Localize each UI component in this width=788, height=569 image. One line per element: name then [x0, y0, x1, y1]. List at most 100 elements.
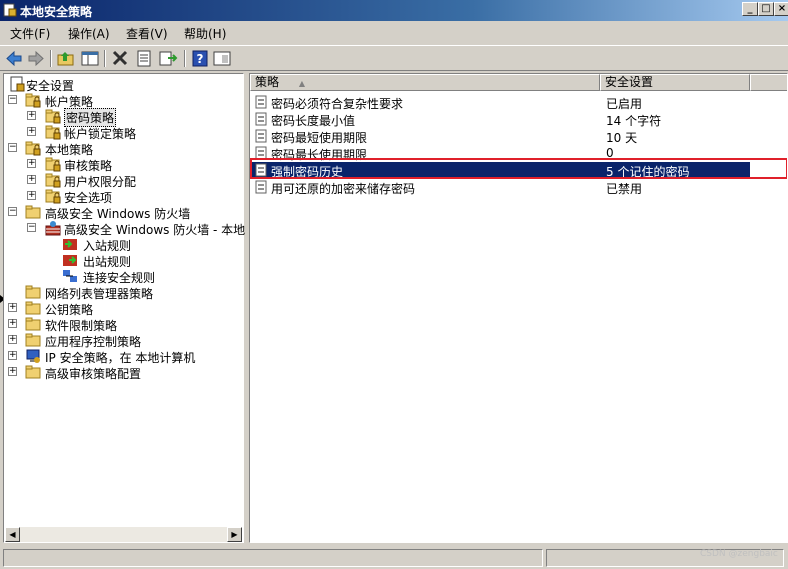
export-icon[interactable]	[158, 49, 178, 68]
folder-lock-icon	[45, 109, 61, 124]
tree-item[interactable]: + 软件限制策略	[4, 316, 242, 333]
local-security-policy-icon	[3, 3, 17, 17]
collapse-icon[interactable]: −	[8, 143, 17, 152]
folder-lock-icon	[45, 157, 61, 172]
policy-setting: 10 天	[606, 131, 638, 145]
expand-icon[interactable]: +	[27, 159, 36, 168]
folder-icon	[25, 301, 41, 315]
policy-row[interactable]: 密码最短使用期限 10 天	[250, 128, 750, 145]
back-icon[interactable]	[4, 49, 24, 68]
scroll-left-arrow[interactable]: ◀	[5, 527, 20, 542]
forward-icon[interactable]	[26, 49, 46, 68]
tree-item[interactable]: + 用户权限分配	[4, 172, 242, 189]
policy-row[interactable]: 密码必须符合复杂性要求 已启用	[250, 94, 750, 111]
red-highlight-box	[250, 158, 787, 179]
status-segment-1	[3, 549, 543, 567]
policy-icon	[255, 180, 267, 194]
svg-text:?: ?	[197, 52, 204, 66]
folder-icon	[25, 365, 41, 379]
policy-name: 密码长度最小值	[271, 114, 356, 128]
maximize-button[interactable]: □	[758, 2, 774, 16]
minimize-button[interactable]: _	[742, 2, 758, 16]
policy-icon	[255, 112, 267, 126]
tree-horizontal-scrollbar[interactable]: ◀ ▶	[5, 527, 242, 542]
tree-item[interactable]: − 本地策略	[4, 140, 242, 157]
tree-item[interactable]: + 密码策略	[4, 108, 242, 127]
tree-item[interactable]: + 帐户锁定策略	[4, 124, 242, 141]
outbound-rules-icon	[63, 255, 77, 266]
tree-item[interactable]: 网络列表管理器策略	[4, 284, 242, 301]
expand-icon[interactable]: +	[27, 127, 36, 136]
expand-icon[interactable]: +	[27, 191, 36, 200]
policy-name: 密码最短使用期限	[271, 131, 368, 145]
menu-bar: 文件(F) 操作(A) 查看(V) 帮助(H)	[0, 22, 788, 43]
security-settings-icon	[10, 76, 25, 92]
collapse-icon[interactable]: −	[27, 223, 36, 232]
folder-lock-icon	[25, 141, 41, 156]
connection-rules-icon	[63, 270, 77, 282]
policy-icon	[255, 129, 267, 143]
policy-setting: 14 个字符	[606, 114, 662, 128]
collapse-icon[interactable]: −	[8, 207, 17, 216]
tree-item[interactable]: 入站规则	[4, 236, 242, 253]
tree-item[interactable]: + 应用程序控制策略	[4, 332, 242, 349]
scroll-right-arrow[interactable]: ▶	[227, 527, 242, 542]
tree-item[interactable]: + 公钥策略	[4, 300, 242, 317]
tree-item[interactable]: − 高级安全 Windows 防火墙	[4, 204, 242, 221]
close-button[interactable]: ×	[774, 2, 788, 16]
window-title: 本地安全策略	[20, 5, 93, 19]
tree-item[interactable]: + 安全选项	[4, 188, 242, 205]
status-bar	[0, 546, 788, 569]
show-tree-icon[interactable]	[80, 49, 100, 68]
column-header-policy[interactable]: 策略 ▲	[250, 74, 600, 91]
policy-setting: 已启用	[606, 97, 643, 111]
title-bar: 本地安全策略 _ □ ×	[0, 0, 788, 21]
folder-lock-icon	[45, 189, 61, 204]
folder-icon	[25, 285, 41, 299]
expand-icon[interactable]: +	[8, 335, 17, 344]
help-icon[interactable]: ?	[190, 49, 210, 68]
inbound-rules-icon	[63, 239, 77, 250]
delete-icon[interactable]	[110, 49, 130, 68]
policy-name: 用可还原的加密来储存密码	[271, 182, 416, 196]
expand-icon[interactable]: +	[8, 351, 17, 360]
menu-view[interactable]: 查看(V)	[126, 25, 168, 42]
watermark: CSDN @zengbaic	[700, 549, 778, 559]
details-pane: 策略 ▲ 安全设置 密码必须符合复杂性要求 已启用 密码长度最小值 14 个字符 密码最…	[249, 73, 788, 543]
expand-icon[interactable]: +	[8, 303, 17, 312]
up-folder-icon[interactable]	[56, 49, 76, 68]
tree-item[interactable]: + 审核策略	[4, 156, 242, 173]
policy-icon	[255, 95, 267, 109]
console-tree-icon[interactable]	[212, 49, 232, 68]
folder-icon	[25, 333, 41, 347]
properties-icon[interactable]	[134, 49, 154, 68]
tree-item[interactable]: 安全设置	[4, 76, 242, 93]
toolbar: ?	[0, 45, 788, 71]
policy-name: 密码必须符合复杂性要求	[271, 97, 404, 111]
expand-icon[interactable]: +	[8, 367, 17, 376]
tree-item[interactable]: 连接安全规则	[4, 268, 242, 285]
firewall-icon	[45, 221, 61, 236]
folder-lock-icon	[25, 93, 41, 108]
tree-item[interactable]: − 帐户策略	[4, 92, 242, 109]
tree-item-label: 高级审核策略配置	[45, 367, 142, 381]
tree-item[interactable]: − 高级安全 Windows 防火墙 - 本地	[4, 220, 245, 237]
expand-icon[interactable]: +	[27, 175, 36, 184]
folder-icon	[25, 317, 41, 331]
policy-row[interactable]: 用可还原的加密来储存密码 已禁用	[250, 179, 750, 196]
expand-icon[interactable]: +	[8, 319, 17, 328]
menu-file[interactable]: 文件(F)	[10, 25, 50, 42]
collapse-icon[interactable]: −	[8, 95, 17, 104]
tree-item[interactable]: 出站规则	[4, 252, 242, 269]
console-tree: 安全设置 − 帐户策略 + 密码策略 + 帐户锁定策略 − 本地策略 + 审核策略 + 用户权限分配 + 安…	[3, 73, 245, 543]
tree-item[interactable]: + 高级审核策略配置	[4, 364, 242, 381]
column-header-filler	[750, 74, 787, 91]
folder-lock-icon	[45, 173, 61, 188]
menu-help[interactable]: 帮助(H)	[184, 25, 226, 42]
folder-lock-icon	[45, 125, 61, 140]
expand-icon[interactable]: +	[27, 111, 36, 120]
policy-row[interactable]: 密码长度最小值 14 个字符	[250, 111, 750, 128]
tree-item[interactable]: + IP 安全策略，在 本地计算机	[4, 348, 242, 365]
menu-action[interactable]: 操作(A)	[68, 25, 110, 42]
column-header-setting[interactable]: 安全设置	[600, 74, 750, 91]
